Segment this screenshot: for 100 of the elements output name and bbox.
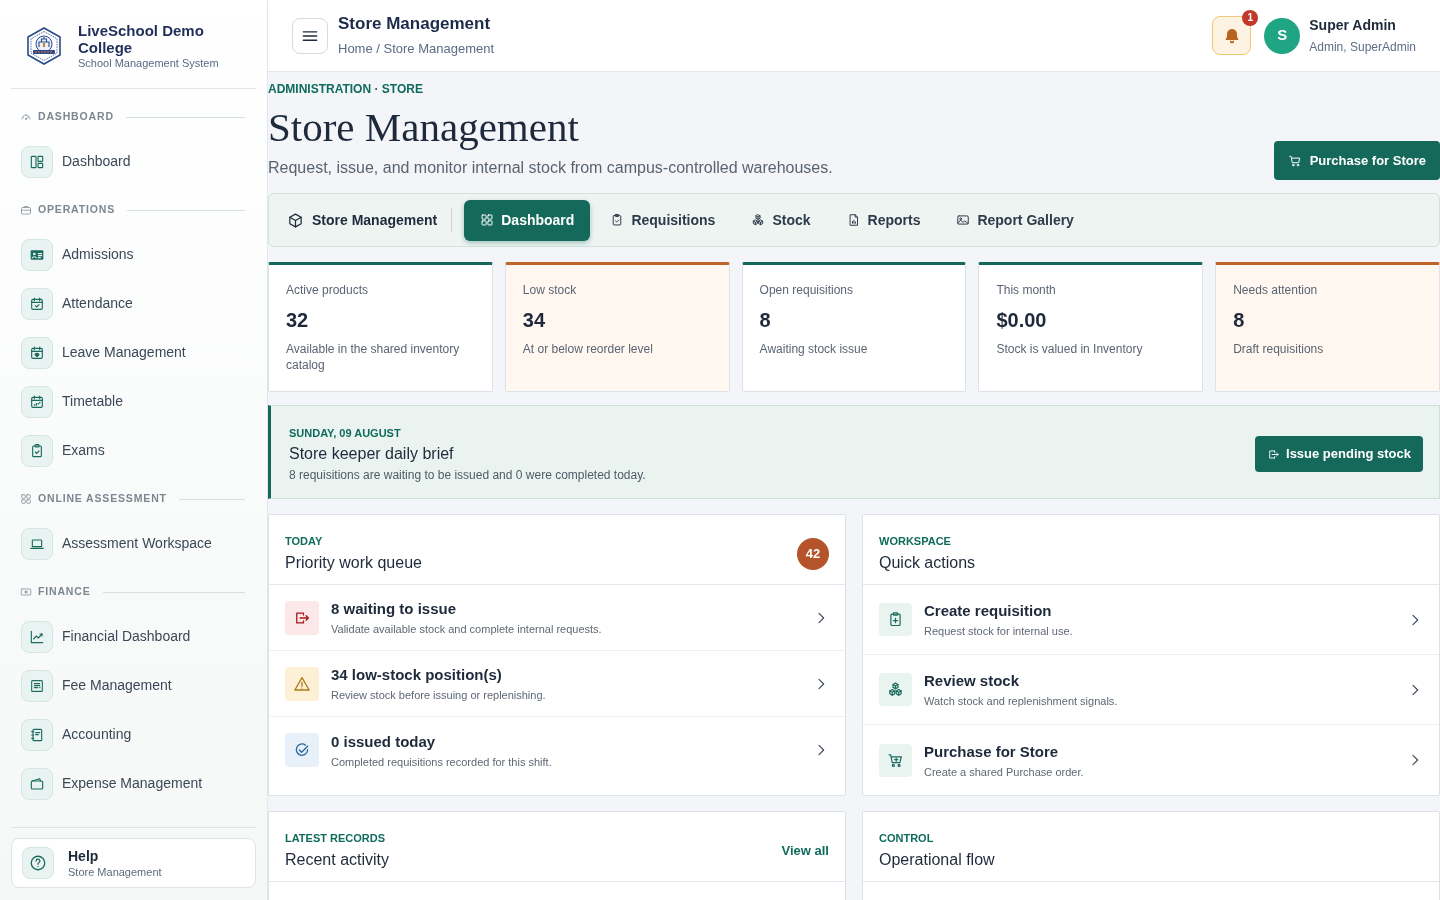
item-title: Review stock [924, 671, 1021, 691]
section-title: Recent activity [285, 850, 390, 870]
quick-action-item[interactable]: Purchase for Store Create a shared Purchase order. [863, 725, 1439, 795]
sidebar-item[interactable]: Fee Management [11, 661, 256, 710]
module-title: Store Management [312, 210, 438, 230]
banknote-icon [20, 586, 32, 598]
help-subtitle: Store Management [68, 864, 162, 879]
boxes-icon [751, 213, 766, 227]
line-chart-icon [21, 620, 53, 653]
receipt-icon [21, 669, 53, 702]
user-name: Super Admin [1309, 16, 1397, 34]
help-title: Help [68, 847, 100, 865]
queue-item[interactable]: 0 issued today Completed requisitions recorded for this shift. [269, 717, 845, 783]
section-label: CONTROL [879, 831, 935, 845]
layout-icon [21, 145, 53, 178]
wallet-icon [21, 767, 53, 800]
grid-icon [480, 213, 495, 227]
sidebar-item[interactable]: Accounting [11, 710, 256, 759]
quick-action-item[interactable]: Create requisition Request stock for internal use. [863, 585, 1439, 655]
clipboard-check-icon [21, 434, 53, 467]
id-card-icon [21, 238, 53, 271]
user-role: Admin, SuperAdmin [1309, 39, 1416, 55]
purchase-button[interactable]: Purchase for Store [1273, 141, 1440, 180]
notebook-icon [21, 718, 53, 751]
stat-note: Awaiting stock issue [759, 341, 869, 357]
nav-tab[interactable]: Stock [735, 199, 827, 241]
college-name: LiveSchool Demo College [78, 22, 205, 56]
sidebar-item[interactable]: Admissions [11, 230, 256, 279]
item-title: 0 issued today [331, 731, 437, 752]
nav-tab[interactable]: Report Gallery [940, 199, 1090, 241]
exit-arrow-icon [1267, 447, 1280, 461]
stat-label: Low stock [522, 282, 578, 298]
help-icon [22, 847, 54, 879]
nav-tab[interactable]: Reports [830, 199, 937, 241]
image-icon [956, 213, 971, 227]
sidebar-item[interactable]: Financial Dashboard [11, 612, 256, 661]
quick-action-item[interactable]: Review stock Watch stock and replenishment signals. [863, 655, 1439, 725]
boxes-icon [879, 673, 912, 706]
sidebar-item[interactable]: Expense Management [11, 759, 256, 808]
calendar-check-icon [21, 287, 53, 320]
help-card[interactable]: Help Store Management [11, 838, 256, 888]
stat-value: 8 [759, 308, 772, 332]
section-title: Priority work queue [285, 553, 422, 573]
calendar-icon [21, 385, 53, 418]
item-description: Request stock for internal use. [924, 624, 1073, 638]
sidebar-item[interactable]: Exams [11, 426, 256, 475]
sidebar-item[interactable]: Dashboard [11, 137, 256, 186]
item-title: Purchase for Store [924, 741, 1060, 762]
stat-value: $0.00 [996, 308, 1048, 332]
section-label: WORKSPACE [879, 534, 952, 548]
page-title: Store Management [338, 13, 492, 34]
queue-item[interactable]: 34 low-stock position(s) Review stock before issuing or replenishing. [269, 651, 845, 717]
nav-tab[interactable]: Requisitions [594, 199, 732, 241]
stat-value: 32 [286, 308, 310, 332]
page-eyebrow: ADMINISTRATION · STORE [268, 81, 424, 97]
section-heading: OPERATIONS [38, 202, 116, 218]
stat-label: This month [996, 282, 1057, 298]
section-label: LATEST RECORDS [285, 831, 387, 845]
item-title: 8 waiting to issue [331, 599, 458, 619]
app-subtitle: School Management System [78, 56, 220, 70]
stat-note: Available in the shared inventory catalog [286, 341, 461, 373]
laptop-icon [21, 527, 53, 560]
clipboard-plus-icon [879, 603, 912, 636]
item-description: Completed requisitions recorded for this shift. [331, 754, 552, 769]
section-heading: ONLINE ASSESSMENT [38, 491, 167, 507]
cube-icon [287, 211, 304, 229]
brief-title: Store keeper daily brief [289, 443, 455, 464]
notification-badge: 1 [1242, 10, 1259, 26]
section-title: Quick actions [879, 553, 976, 573]
sidebar-item[interactable]: Assessment Workspace [11, 519, 256, 568]
item-description: Create a shared Purchase order. [924, 764, 1084, 779]
stat-value: 8 [1233, 308, 1246, 332]
crest-icon [24, 26, 64, 66]
gauge-icon [20, 111, 32, 123]
item-description: Review stock before issuing or replenishing. [331, 688, 546, 702]
stat-value: 34 [522, 308, 547, 332]
briefcase-icon [20, 204, 32, 216]
grid-icon [20, 493, 32, 505]
cart-plus-icon [879, 743, 912, 777]
section-heading: FINANCE [38, 584, 91, 600]
stat-label: Open requisitions [759, 282, 854, 298]
nav-tab[interactable]: Dashboard [464, 199, 591, 241]
queue-item[interactable]: 8 waiting to issue Validate available stock and complete internal requests. [269, 585, 845, 651]
section-title: Operational flow [879, 850, 995, 870]
page-heading: Store Management [268, 105, 580, 149]
sidebar-item[interactable]: Leave Management [11, 328, 256, 377]
page-description: Request, issue, and monitor internal stock from campus-controlled warehouses. [268, 158, 833, 178]
stat-note: Draft requisitions [1233, 341, 1325, 357]
count-badge: 42 [797, 538, 829, 570]
stat-note: At or below reorder level [522, 341, 654, 357]
section-heading: DASHBOARD [38, 109, 114, 125]
view-all-link[interactable]: View all [781, 841, 829, 861]
sidebar-item[interactable]: Timetable [11, 377, 256, 426]
breadcrumb: Home / Store Management [338, 39, 495, 58]
brief-text: 8 requisitions are waiting to be issued and 0 were completed today. [289, 466, 646, 483]
item-title: Create requisition [924, 601, 1053, 621]
sidebar-item[interactable]: Attendance [11, 279, 256, 328]
section-label: TODAY [285, 534, 324, 548]
issue-stock-button[interactable]: Issue pending stock [1255, 436, 1423, 472]
menu-button[interactable] [292, 17, 328, 54]
